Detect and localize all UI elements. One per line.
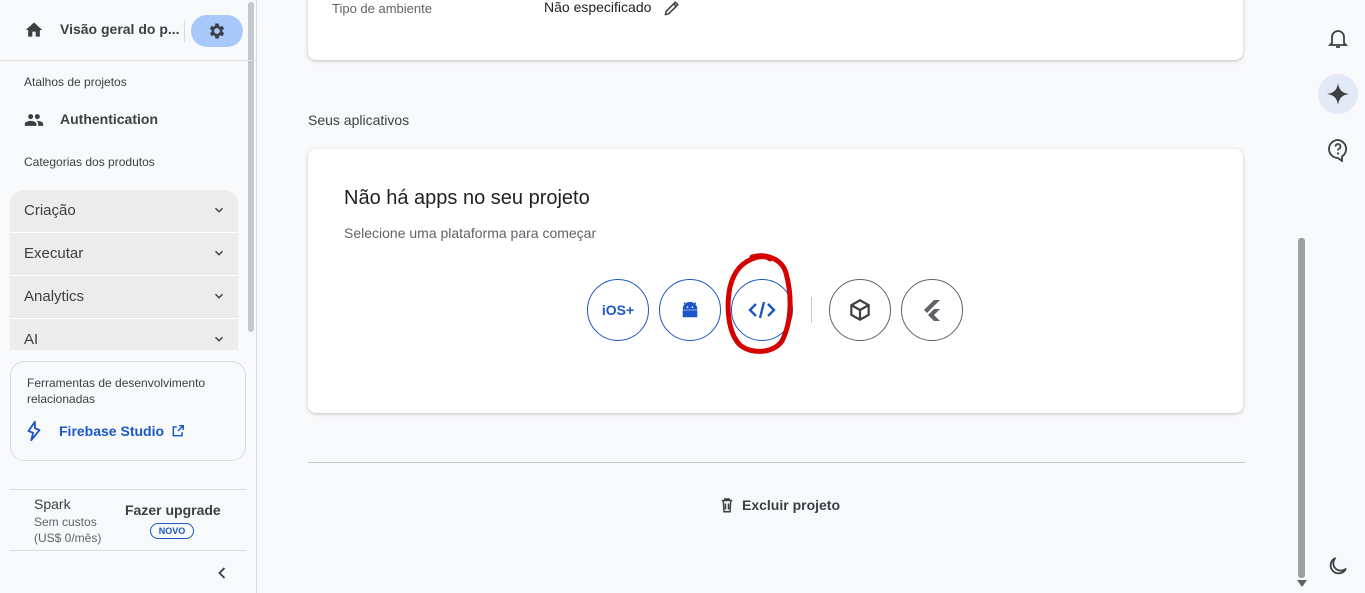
ios-platform-button[interactable]: iOS+ [587, 279, 649, 341]
edit-icon[interactable] [662, 0, 682, 18]
external-link-icon [172, 425, 184, 437]
red-circle-annotation [725, 253, 793, 354]
category-criacao[interactable]: Criação [10, 190, 238, 233]
divider [184, 20, 185, 42]
ios-icon: iOS+ [601, 302, 635, 318]
apps-section-title: Seus aplicativos [308, 112, 410, 128]
category-label: Analytics [24, 288, 85, 305]
category-ai[interactable]: AI [10, 319, 238, 350]
plan-name: Spark [34, 496, 71, 512]
main-content: Tipo de ambiente Não especificado Seus a… [257, 0, 1310, 593]
dev-tools-card: Ferramentas de desenvolvimento relaciona… [10, 361, 246, 461]
chevron-down-icon [214, 293, 224, 299]
upgrade-button[interactable]: Fazer upgrade [125, 502, 221, 518]
category-label: Executar [24, 245, 84, 262]
gemini-button[interactable] [1318, 74, 1358, 114]
chevron-down-icon [214, 207, 224, 213]
collapse-sidebar-icon[interactable] [212, 563, 232, 583]
firebase-studio-label: Firebase Studio [59, 423, 165, 439]
notifications-button[interactable] [1318, 18, 1358, 58]
firebase-studio-link[interactable]: Firebase Studio [23, 420, 193, 442]
settings-button[interactable] [191, 15, 243, 47]
plan-price: Sem custos (US$ 0/mês) [34, 515, 102, 545]
apps-card: Não há apps no seu projeto Selecione uma… [308, 149, 1243, 413]
empty-state-title: Não há apps no seu projeto [344, 187, 590, 209]
unity-platform-button[interactable] [829, 279, 891, 341]
delete-project-button[interactable]: Excluir projeto [718, 496, 848, 516]
people-icon [24, 114, 44, 126]
sidebar-header: Visão geral do p... [0, 0, 256, 61]
divider [811, 297, 812, 323]
moon-icon [1329, 557, 1347, 575]
android-icon [682, 301, 698, 318]
divider [308, 462, 1245, 463]
new-badge: NOVO [150, 523, 194, 539]
category-list: Criação Executar Analytics AI [10, 190, 238, 350]
category-executar[interactable]: Executar [10, 233, 238, 276]
sidebar: Visão geral do p... Atalhos de projetos … [0, 0, 257, 593]
scroll-down-arrow-icon[interactable] [1297, 580, 1307, 588]
project-overview-link[interactable]: Visão geral do p... [60, 21, 180, 37]
environment-card: Tipo de ambiente Não especificado [308, 0, 1243, 60]
sparkle-icon [1327, 83, 1349, 105]
help-button[interactable] [1318, 130, 1358, 170]
gear-icon [209, 23, 225, 39]
flutter-icon [924, 300, 940, 321]
shortcuts-heading: Atalhos de projetos [24, 75, 127, 89]
dev-tools-text: Ferramentas de desenvolvimento relaciona… [27, 376, 206, 406]
divider [10, 489, 246, 490]
home-icon[interactable] [24, 20, 44, 40]
category-label: AI [24, 331, 39, 348]
sidebar-item-authentication[interactable]: Authentication [0, 100, 245, 138]
firebase-studio-icon [27, 420, 41, 442]
chevron-down-icon [214, 250, 224, 256]
dark-mode-button[interactable] [1318, 546, 1358, 586]
android-platform-button[interactable] [659, 279, 721, 341]
sidebar-item-label: Authentication [60, 111, 158, 127]
trash-icon [721, 498, 733, 513]
category-label: Criação [24, 202, 76, 219]
category-analytics[interactable]: Analytics [10, 276, 238, 319]
unity-icon [850, 299, 870, 321]
environment-value: Não especificado [544, 0, 652, 15]
flutter-platform-button[interactable] [901, 279, 963, 341]
categories-heading: Categorias dos produtos [24, 155, 155, 169]
main-scrollbar[interactable] [1298, 238, 1305, 578]
help-icon [1328, 139, 1347, 162]
bell-icon [1327, 30, 1349, 48]
right-rail [1310, 0, 1365, 593]
environment-label: Tipo de ambiente [332, 1, 432, 16]
delete-project-label: Excluir projeto [742, 497, 841, 513]
empty-state-subtitle: Selecione uma plataforma para começar [344, 225, 597, 241]
divider [10, 550, 246, 551]
chevron-down-icon [214, 336, 224, 342]
